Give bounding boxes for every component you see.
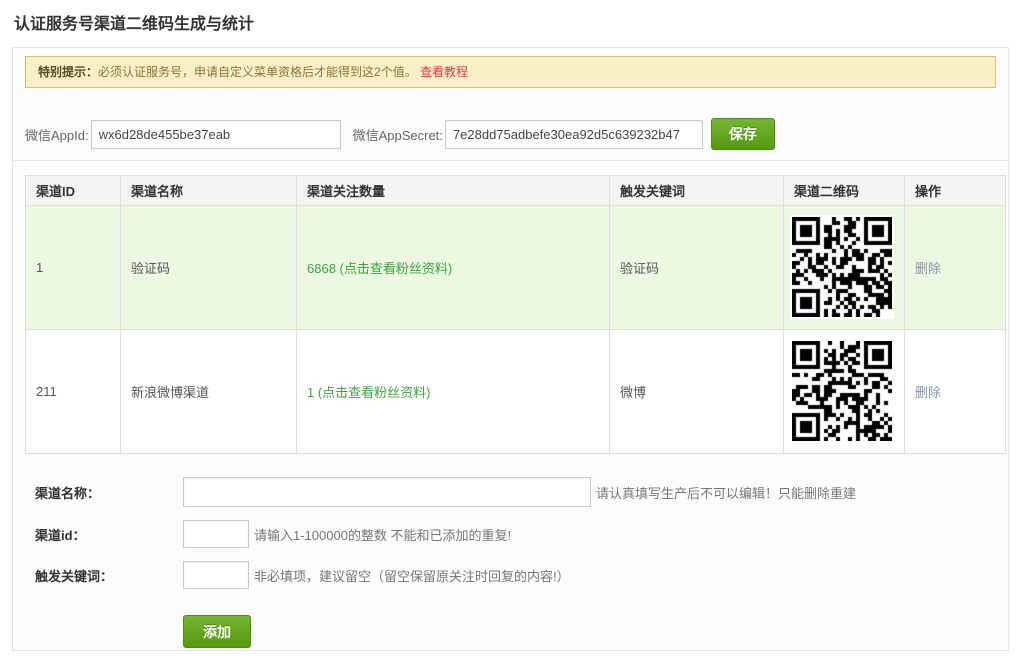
trigger-keyword-label: 触发关键词： — [35, 566, 183, 585]
header-channel-name: 渠道名称 — [121, 176, 297, 206]
channels-table: 渠道ID 渠道名称 渠道关注数量 触发关键词 渠道二维码 操作 1 验证码 68… — [25, 175, 1006, 454]
cell-channel-id: 1 — [26, 206, 121, 330]
main-panel: 特别提示：必须认证服务号，申请自定义菜单资格后才能得到这2个值。 查看教程 微信… — [12, 47, 1009, 651]
notice-label: 特别提示： — [38, 65, 98, 79]
channel-name-input[interactable] — [183, 477, 591, 507]
notice-banner: 特别提示：必须认证服务号，申请自定义菜单资格后才能得到这2个值。 查看教程 — [25, 56, 996, 88]
page-title: 认证服务号渠道二维码生成与统计 — [14, 10, 1022, 34]
cell-channel-id: 211 — [26, 330, 121, 454]
appid-label: 微信AppId: — [25, 125, 89, 144]
channel-id-row: 渠道id： 请输入1-100000的整数 不能和已添加的重复! — [35, 520, 997, 548]
trigger-keyword-input[interactable] — [183, 561, 249, 589]
view-tutorial-link[interactable]: 查看教程 — [420, 65, 468, 79]
fans-detail-link[interactable]: 6868 (点击查看粉丝资料) — [307, 261, 452, 276]
cell-qr-code — [784, 206, 905, 330]
appsecret-input[interactable] — [445, 120, 703, 149]
header-trigger-keyword: 触发关键词 — [610, 176, 784, 206]
channel-id-label: 渠道id： — [35, 525, 183, 544]
cell-actions: 删除 — [905, 206, 1006, 330]
table-header-row: 渠道ID 渠道名称 渠道关注数量 触发关键词 渠道二维码 操作 — [26, 176, 1006, 206]
delete-link[interactable]: 删除 — [915, 261, 941, 276]
trigger-keyword-row: 触发关键词： 非必填项，建议留空（留空保留原关注时回复的内容!） — [35, 561, 997, 589]
credentials-form: 微信AppId: 微信AppSecret: 保存 — [25, 118, 997, 150]
table-row: 211 新浪微博渠道 1 (点击查看粉丝资料) 微博 删除 — [26, 330, 1006, 454]
cell-trigger-keyword: 验证码 — [610, 206, 784, 330]
qr-code-image — [790, 215, 894, 319]
save-button[interactable]: 保存 — [711, 118, 775, 150]
cell-channel-name: 验证码 — [121, 206, 297, 330]
header-follow-count: 渠道关注数量 — [297, 176, 610, 206]
header-channel-id: 渠道ID — [26, 176, 121, 206]
cell-follow-count: 1 (点击查看粉丝资料) — [297, 330, 610, 454]
channel-name-hint: 请认真填写生产后不可以编辑！只能删除重建 — [596, 483, 856, 502]
header-actions: 操作 — [905, 176, 1006, 206]
section-divider — [13, 160, 1008, 161]
table-row: 1 验证码 6868 (点击查看粉丝资料) 验证码 删除 — [26, 206, 1006, 330]
cell-follow-count: 6868 (点击查看粉丝资料) — [297, 206, 610, 330]
channel-name-label: 渠道名称： — [35, 483, 183, 502]
cell-trigger-keyword: 微博 — [610, 330, 784, 454]
trigger-keyword-hint: 非必填项，建议留空（留空保留原关注时回复的内容!） — [254, 566, 570, 585]
appid-input[interactable] — [91, 120, 341, 149]
channel-id-hint: 请输入1-100000的整数 不能和已添加的重复! — [254, 525, 511, 544]
notice-text: 必须认证服务号，申请自定义菜单资格后才能得到这2个值。 — [98, 65, 417, 79]
qr-code-image — [790, 339, 894, 443]
add-button[interactable]: 添加 — [183, 615, 251, 648]
cell-actions: 删除 — [905, 330, 1006, 454]
fans-detail-link[interactable]: 1 (点击查看粉丝资料) — [307, 385, 431, 400]
cell-channel-name: 新浪微博渠道 — [121, 330, 297, 454]
header-qr-code: 渠道二维码 — [784, 176, 905, 206]
channel-id-input[interactable] — [183, 520, 249, 548]
channel-name-row: 渠道名称： 请认真填写生产后不可以编辑！只能删除重建 — [35, 477, 997, 507]
appsecret-label: 微信AppSecret: — [353, 125, 443, 144]
cell-qr-code — [784, 330, 905, 454]
delete-link[interactable]: 删除 — [915, 385, 941, 400]
add-channel-form: 渠道名称： 请认真填写生产后不可以编辑！只能删除重建 渠道id： 请输入1-10… — [35, 477, 997, 648]
